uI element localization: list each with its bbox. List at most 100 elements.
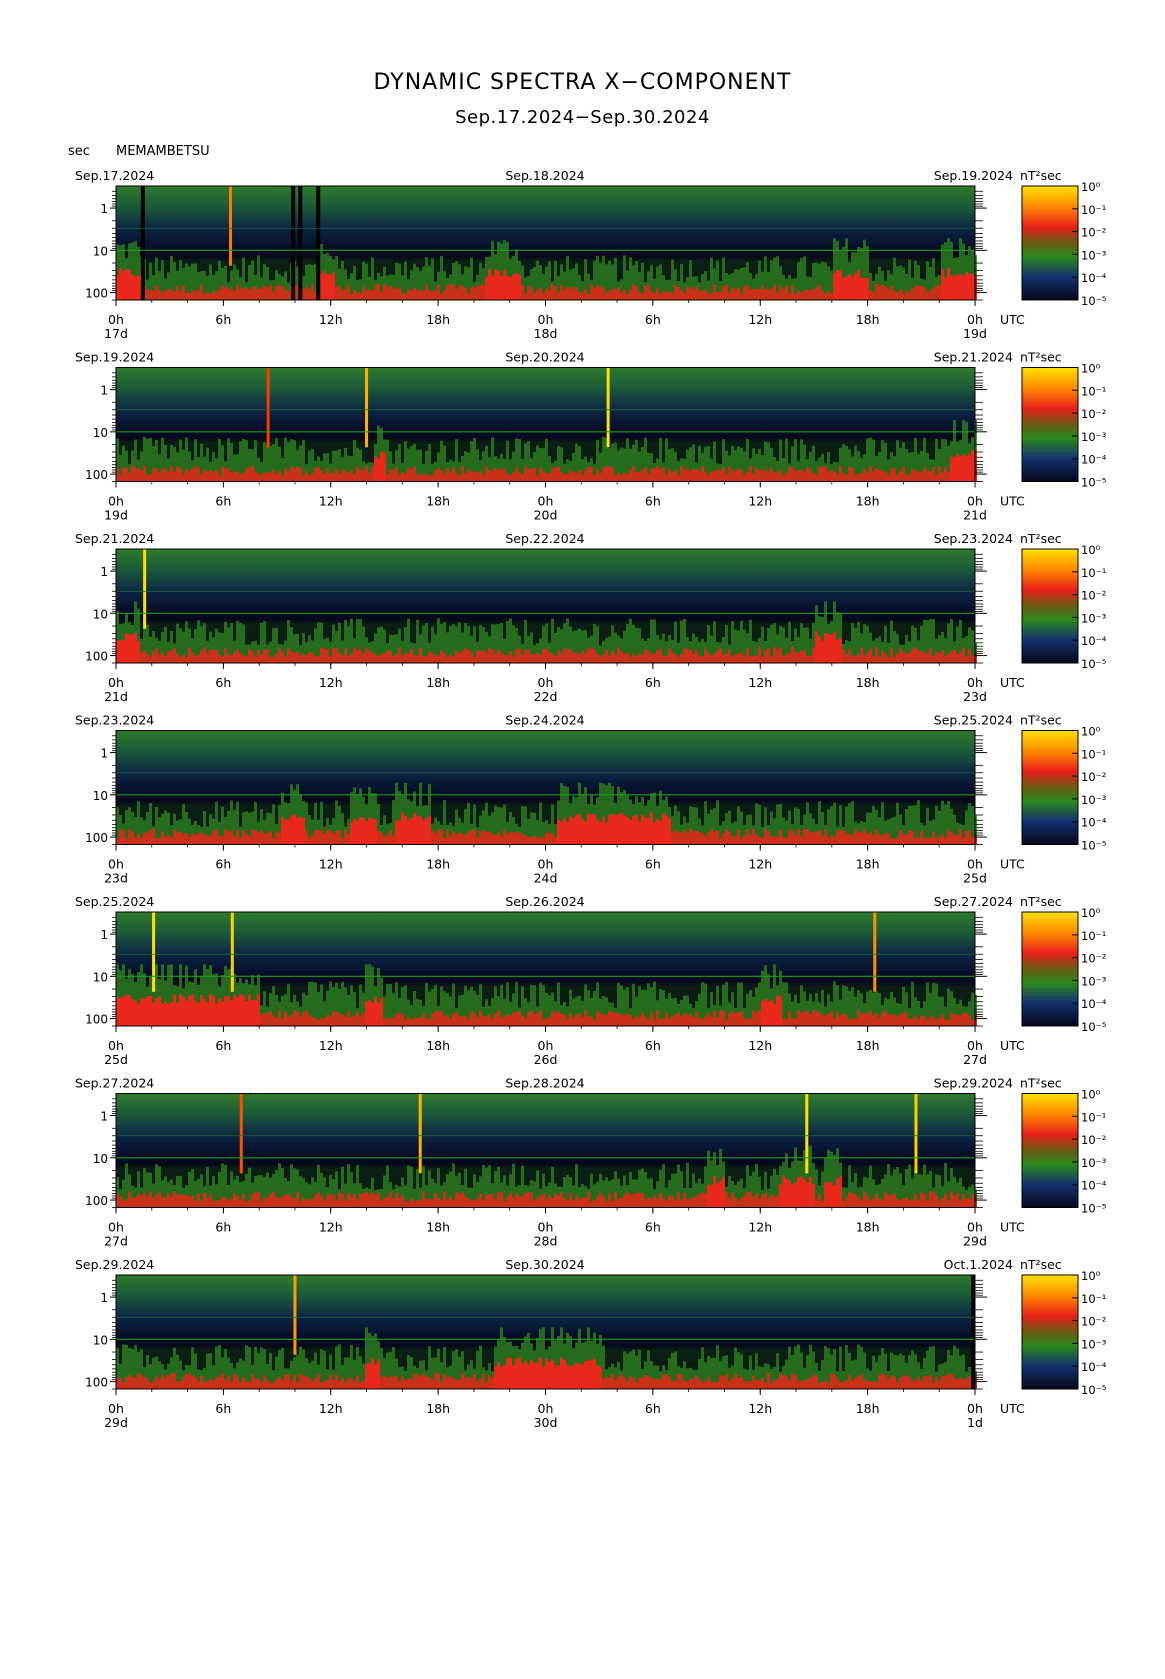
activity-red-bar — [878, 285, 881, 300]
activity-red-bar — [176, 285, 179, 300]
activity-red-bar — [653, 1378, 656, 1389]
activity-red-bar — [758, 647, 761, 663]
activity-red-bar — [233, 471, 236, 482]
activity-red-bar — [254, 1192, 257, 1208]
activity-red-bar — [155, 1194, 158, 1208]
activity-red-bar — [311, 652, 314, 663]
activity-red-bar — [131, 465, 134, 482]
activity-red-bar — [779, 647, 782, 663]
activity-red-bar — [557, 1365, 560, 1389]
y-tick-label: 10 — [93, 789, 108, 803]
activity-red-bar — [947, 653, 950, 663]
activity-red-bar — [287, 1193, 290, 1208]
activity-red-bar — [323, 648, 326, 663]
activity-red-bar — [269, 1382, 272, 1389]
activity-red-bar — [764, 469, 767, 482]
activity-red-bar — [497, 271, 500, 300]
activity-red-bar — [458, 1016, 461, 1026]
activity-red-bar — [896, 1015, 899, 1026]
activity-red-bar — [422, 1373, 425, 1389]
activity-red-bar — [587, 813, 590, 845]
activity-red-bar — [629, 1015, 632, 1026]
x-tick-label: 6h — [645, 1220, 661, 1235]
x-tick-label: 6h — [215, 494, 231, 509]
activity-red-bar — [371, 652, 374, 663]
activity-red-bar — [686, 468, 689, 482]
x-tick-label: 6h — [645, 312, 661, 327]
activity-red-bar — [194, 656, 197, 663]
activity-red-bar — [251, 829, 254, 845]
activity-red-bar — [527, 1364, 530, 1389]
activity-red-bar — [134, 838, 137, 845]
activity-red-bar — [899, 470, 902, 482]
activity-red-bar — [938, 284, 941, 300]
activity-red-bar — [776, 1379, 779, 1389]
activity-red-bar — [335, 1011, 338, 1026]
activity-red-bar — [350, 293, 353, 300]
activity-red-bar — [671, 832, 674, 845]
activity-red-bar — [662, 291, 665, 300]
activity-red-bar — [155, 838, 158, 845]
activity-red-bar — [197, 467, 200, 482]
activity-red-bar — [725, 1373, 728, 1389]
activity-red-bar — [881, 470, 884, 482]
activity-red-bar — [881, 1373, 884, 1389]
activity-red-bar — [557, 466, 560, 482]
activity-red-bar — [872, 655, 875, 663]
activity-red-bar — [824, 829, 827, 845]
activity-red-bar — [131, 999, 134, 1026]
activity-red-bar — [680, 653, 683, 663]
activity-red-bar — [797, 291, 800, 300]
activity-red-bar — [362, 470, 365, 482]
activity-red-bar — [968, 273, 971, 300]
colorbar-tick-label: 10⁰ — [1081, 362, 1101, 376]
activity-red-bar — [179, 468, 182, 482]
activity-red-bar — [830, 1182, 833, 1208]
activity-red-bar — [254, 471, 257, 482]
activity-red-bar — [623, 1015, 626, 1026]
activity-red-bar — [947, 1019, 950, 1026]
y-tick-label: 1 — [100, 747, 108, 761]
activity-red-bar — [440, 1381, 443, 1389]
activity-red-bar — [137, 1373, 140, 1389]
activity-red-bar — [959, 1015, 962, 1026]
activity-red-bar — [410, 290, 413, 300]
activity-red-bar — [602, 654, 605, 663]
activity-red-bar — [170, 465, 173, 482]
activity-red-bar — [281, 285, 284, 300]
activity-red-bar — [146, 289, 149, 300]
activity-red-bar — [272, 1382, 275, 1389]
activity-red-bar — [767, 289, 770, 300]
activity-red-bar — [482, 650, 485, 663]
activity-red-bar — [152, 828, 155, 845]
activity-red-bar — [632, 284, 635, 300]
activity-red-bar — [653, 293, 656, 300]
activity-red-bar — [188, 1196, 191, 1208]
activity-red-bar — [713, 470, 716, 482]
activity-red-bar — [263, 1013, 266, 1026]
activity-red-bar — [200, 995, 203, 1026]
activity-red-bar — [344, 1200, 347, 1208]
activity-red-bar — [533, 292, 536, 300]
activity-red-bar — [866, 1013, 869, 1026]
activity-red-bar — [875, 1381, 878, 1389]
activity-red-bar — [635, 1192, 638, 1208]
activity-red-bar — [920, 651, 923, 663]
activity-red-bar — [575, 472, 578, 482]
activity-red-bar — [326, 829, 329, 845]
colorbar-tick-label: 10⁻⁴ — [1081, 453, 1107, 467]
activity-red-bar — [560, 471, 563, 482]
activity-red-bar — [878, 656, 881, 663]
activity-red-bar — [905, 474, 908, 482]
activity-red-bar — [359, 292, 362, 300]
activity-red-bar — [131, 1376, 134, 1389]
activity-red-bar — [338, 830, 341, 845]
activity-red-bar — [308, 1377, 311, 1389]
activity-red-bar — [419, 474, 422, 482]
activity-red-bar — [947, 828, 950, 845]
colorbar-tick-label: 10⁻⁴ — [1081, 1179, 1107, 1193]
activity-red-bar — [329, 274, 332, 300]
activity-red-bar — [404, 293, 407, 300]
activity-red-bar — [383, 284, 386, 300]
x-tick-label: 0h — [108, 1401, 124, 1416]
